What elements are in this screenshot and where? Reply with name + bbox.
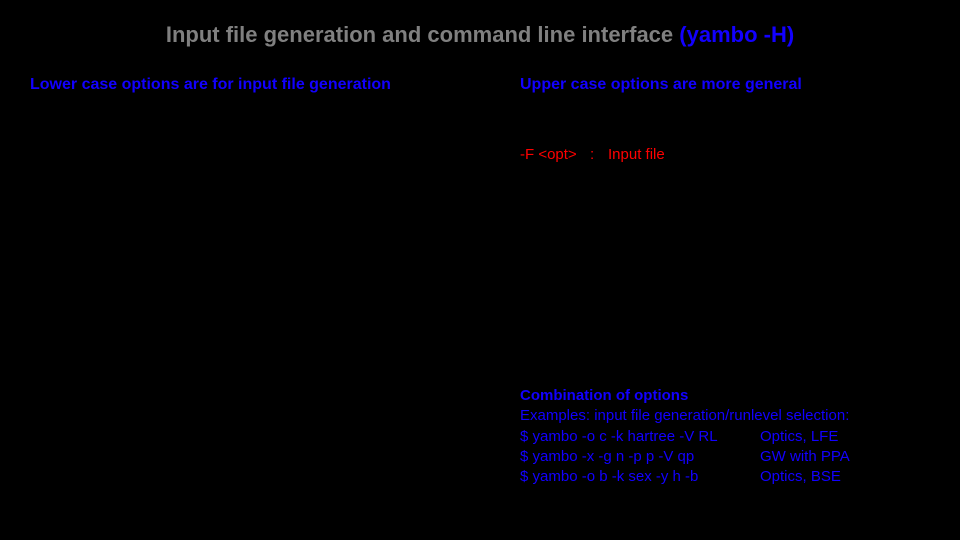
example-cmd: $ yambo -x -g n -p p -V qp [520,447,760,467]
option-F-row: -F <opt>:Input file [520,146,665,163]
example-desc: GW with PPA [760,448,850,465]
example-desc: Optics, LFE [760,428,838,445]
example-cmd: $ yambo -o b -k sex -y h -b [520,467,760,487]
option-F-flag: -F <opt> [520,146,590,163]
option-F-desc: Input file [608,146,665,163]
uppercase-header: Upper case options are more general [520,76,802,94]
title-main: Input file generation and command line i… [166,22,679,47]
example-cmd: $ yambo -o c -k hartree -V RL [520,427,760,447]
example-row: $ yambo -o c -k hartree -V RLOptics, LFE [520,427,850,447]
option-F-sep: : [590,146,608,163]
lowercase-header: Lower case options are for input file ge… [30,76,391,94]
page-title: Input file generation and command line i… [0,22,960,48]
title-command: (yambo -H) [679,22,794,47]
combination-header: Combination of options [520,386,850,406]
combination-intro: Examples: input file generation/runlevel… [520,406,850,426]
example-row: $ yambo -o b -k sex -y h -bOptics, BSE [520,467,850,487]
example-desc: Optics, BSE [760,468,841,485]
combination-block: Combination of options Examples: input f… [520,386,850,487]
example-row: $ yambo -x -g n -p p -V qpGW with PPA [520,447,850,467]
